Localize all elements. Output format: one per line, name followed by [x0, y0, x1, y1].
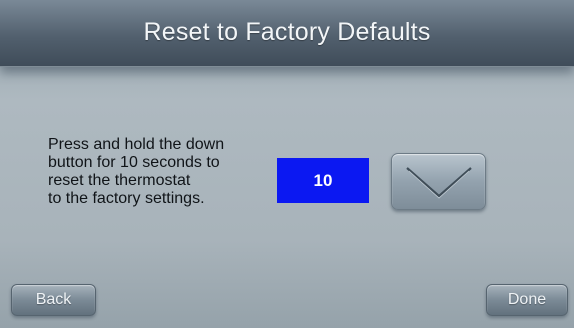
instruction-line: Press and hold the down: [48, 136, 225, 153]
instructions-text: Press and hold the down button for 10 se…: [48, 136, 278, 208]
done-button[interactable]: Done: [486, 284, 568, 316]
header-bar: Reset to Factory Defaults: [0, 0, 574, 67]
instruction-line: reset the thermostat: [48, 172, 191, 189]
reset-screen: Reset to Factory Defaults Press and hold…: [0, 0, 574, 328]
back-button[interactable]: Back: [11, 284, 96, 316]
down-button[interactable]: [391, 153, 486, 210]
instruction-line: button for 10 seconds to: [48, 154, 220, 171]
countdown-display: 10: [277, 158, 369, 203]
chevron-down-icon: [405, 166, 472, 199]
instruction-line: to the factory settings.: [48, 190, 205, 207]
page-title: Reset to Factory Defaults: [143, 17, 431, 46]
